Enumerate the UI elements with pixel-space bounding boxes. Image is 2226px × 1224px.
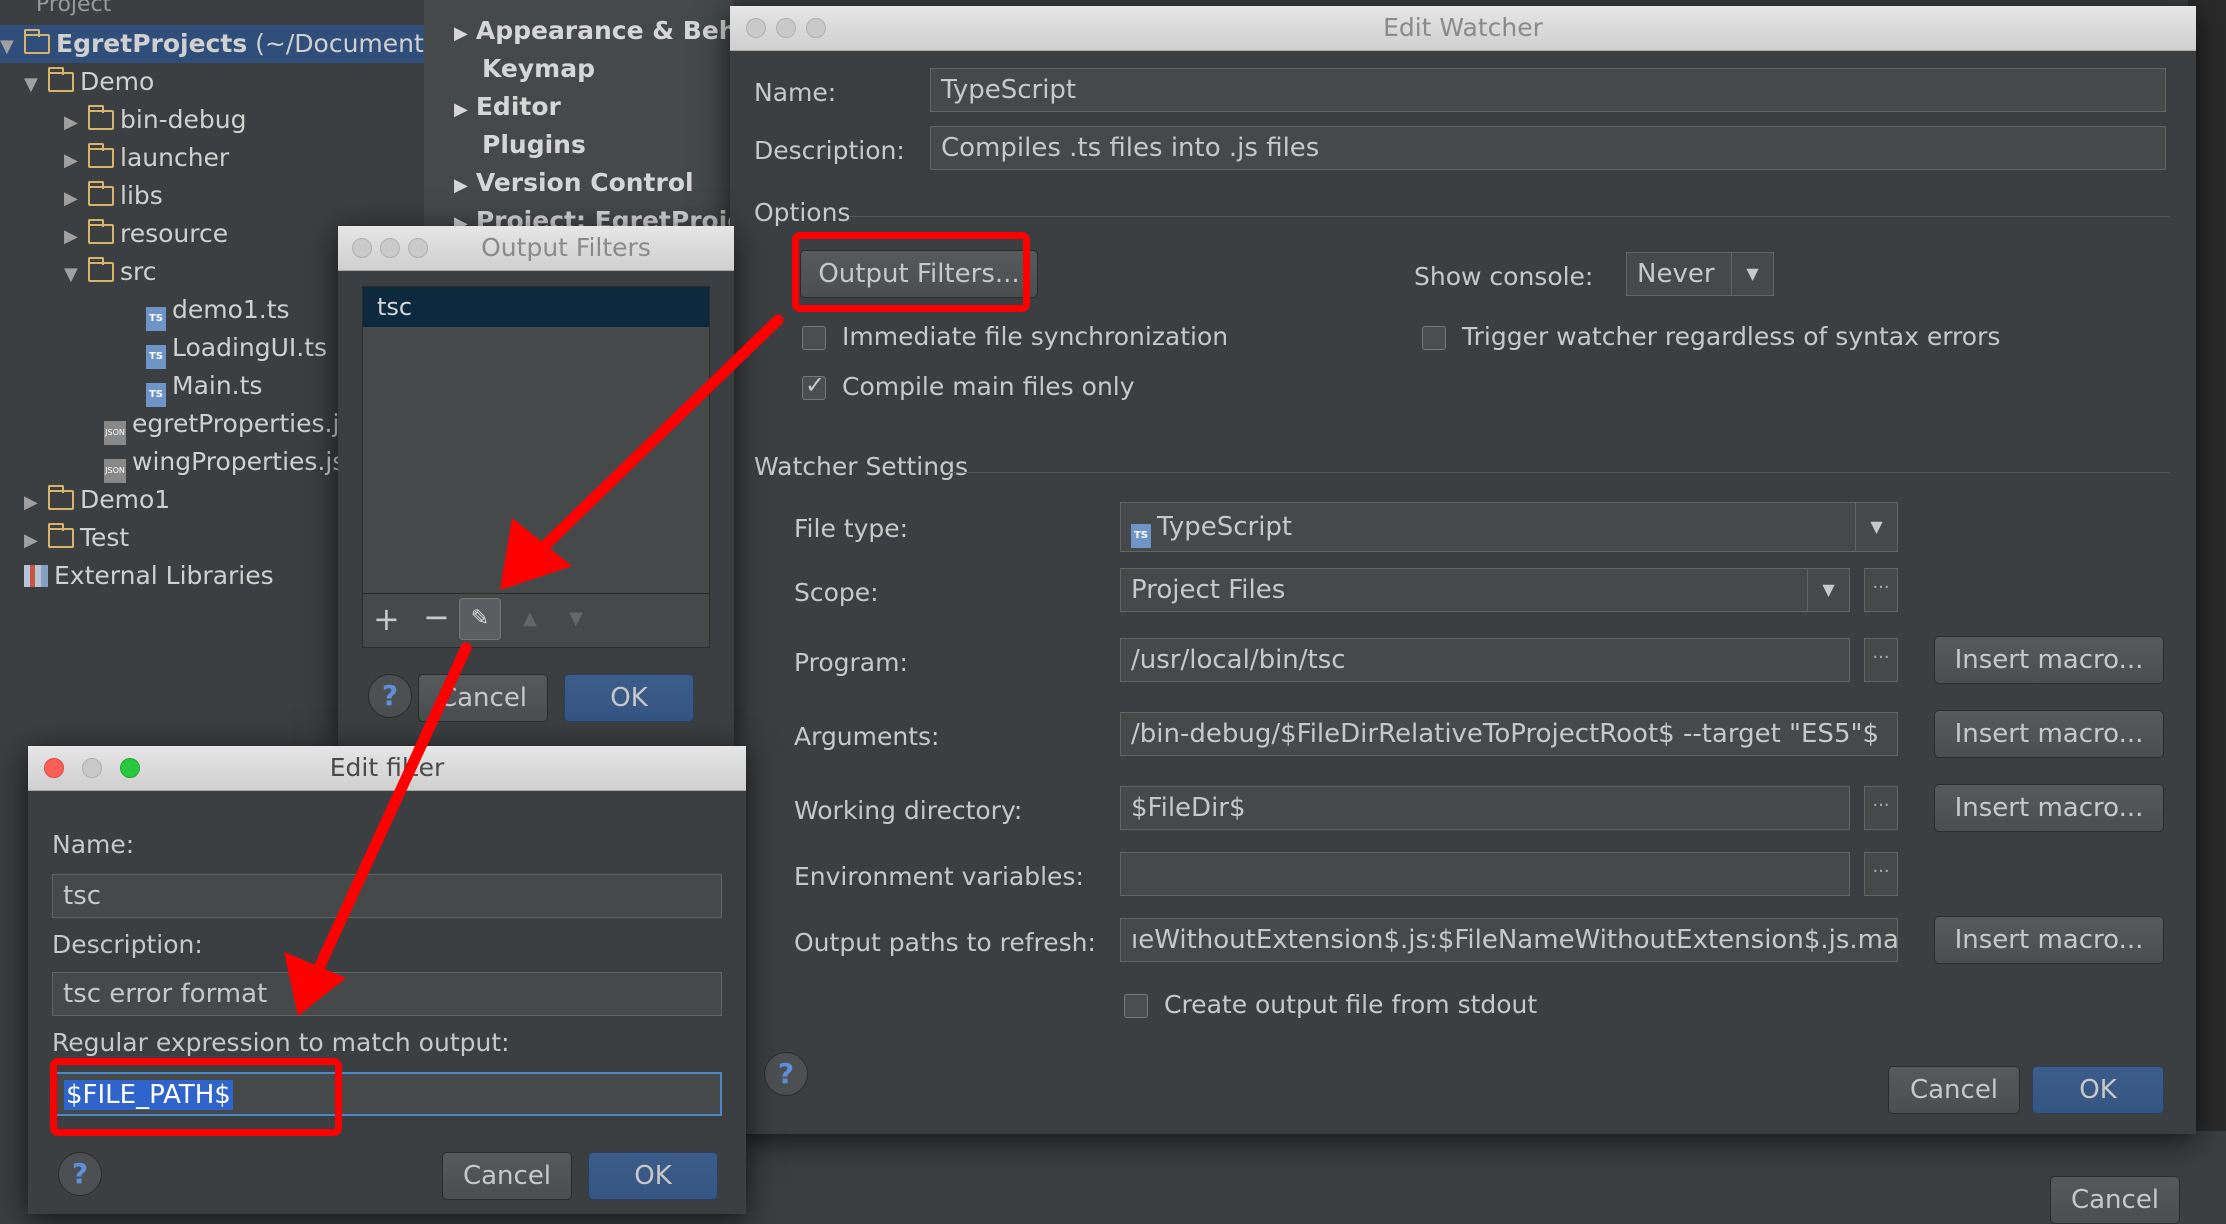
annotation-arrows xyxy=(284,314,784,1016)
annotation-arrow-icon xyxy=(284,642,472,1016)
annotation-arrow-icon xyxy=(500,314,784,590)
